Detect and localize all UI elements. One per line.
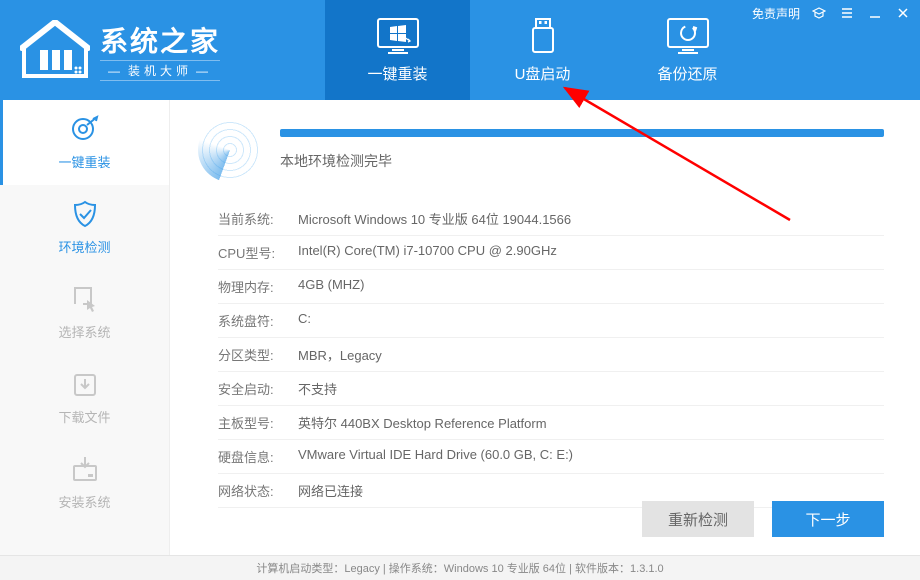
tab-reinstall[interactable]: 一键重装: [325, 0, 470, 100]
app-title: 系统之家: [100, 20, 220, 60]
radar-icon: [198, 118, 262, 182]
sidebar-item-download[interactable]: 下载文件: [0, 355, 169, 440]
sidebar: 一键重装 环境检测 选择系统 下载文件 安装系统: [0, 100, 170, 555]
info-value: 4GB (MHZ): [298, 277, 364, 296]
sidebar-item-select-system[interactable]: 选择系统: [0, 270, 169, 355]
info-value: MBR，Legacy: [298, 345, 382, 364]
tab-label: 备份还原: [657, 63, 717, 84]
menu-icon[interactable]: [838, 4, 856, 22]
download-icon: [69, 369, 101, 399]
recheck-button[interactable]: 重新检测: [642, 501, 754, 537]
close-icon[interactable]: [894, 4, 912, 22]
sidebar-label: 安装系统: [58, 492, 110, 511]
info-label: 硬盘信息:: [218, 447, 298, 466]
app-subtitle: 装机大师: [100, 60, 220, 81]
info-label: 系统盘符:: [218, 311, 298, 330]
next-button[interactable]: 下一步: [772, 501, 884, 537]
info-row: 主板型号:英特尔 440BX Desktop Reference Platfor…: [218, 406, 884, 440]
tab-label: U盘启动: [515, 63, 571, 84]
info-value: Intel(R) Core(TM) i7-10700 CPU @ 2.90GHz: [298, 243, 557, 262]
monitor-refresh-icon: [666, 17, 710, 55]
house-logo-icon: [20, 20, 90, 80]
tab-usb-boot[interactable]: U盘启动: [470, 0, 615, 100]
info-row: 安全启动:不支持: [218, 372, 884, 406]
info-row: 物理内存:4GB (MHZ): [218, 270, 884, 304]
info-value: C:: [298, 311, 311, 330]
tab-label: 一键重装: [367, 63, 427, 84]
select-icon: [69, 284, 101, 314]
info-label: 安全启动:: [218, 379, 298, 398]
scan-status: 本地环境检测完毕: [280, 151, 884, 171]
status-bar: 计算机启动类型：Legacy | 操作系统：Windows 10 专业版 64位…: [0, 555, 920, 580]
info-label: 物理内存:: [218, 277, 298, 296]
sidebar-label: 一键重装: [58, 152, 110, 171]
info-label: 分区类型:: [218, 345, 298, 364]
info-row: 分区类型:MBR，Legacy: [218, 338, 884, 372]
info-row: 硬盘信息:VMware Virtual IDE Hard Drive (60.0…: [218, 440, 884, 474]
sidebar-label: 选择系统: [58, 322, 110, 341]
info-row: 当前系统:Microsoft Windows 10 专业版 64位 19044.…: [218, 202, 884, 236]
tab-backup-restore[interactable]: 备份还原: [615, 0, 760, 100]
shield-check-icon: [69, 199, 101, 229]
info-label: 当前系统:: [218, 209, 298, 228]
info-value: 网络已连接: [298, 481, 363, 500]
info-row: 系统盘符:C:: [218, 304, 884, 338]
titlebar-controls: 免责声明: [752, 4, 912, 22]
header: 系统之家 装机大师 一键重装 U盘启动 备份还原 免责声明: [0, 0, 920, 100]
logo-area: 系统之家 装机大师: [0, 0, 325, 100]
install-icon: [69, 454, 101, 484]
sidebar-label: 环境检测: [58, 237, 110, 256]
sidebar-item-install[interactable]: 安装系统: [0, 440, 169, 525]
usb-icon: [521, 17, 565, 55]
graduation-icon[interactable]: [810, 4, 828, 22]
main-content: 本地环境检测完毕 当前系统:Microsoft Windows 10 专业版 6…: [170, 100, 920, 555]
info-label: 网络状态:: [218, 481, 298, 500]
info-list: 当前系统:Microsoft Windows 10 专业版 64位 19044.…: [198, 202, 884, 508]
info-value: Microsoft Windows 10 专业版 64位 19044.1566: [298, 209, 571, 228]
target-icon: [69, 114, 101, 144]
info-row: CPU型号:Intel(R) Core(TM) i7-10700 CPU @ 2…: [218, 236, 884, 270]
info-value: VMware Virtual IDE Hard Drive (60.0 GB, …: [298, 447, 573, 466]
info-label: 主板型号:: [218, 413, 298, 432]
info-label: CPU型号:: [218, 243, 298, 262]
minimize-icon[interactable]: [866, 4, 884, 22]
sidebar-item-env-check[interactable]: 环境检测: [0, 185, 169, 270]
disclaimer-link[interactable]: 免责声明: [752, 5, 800, 22]
sidebar-item-reinstall[interactable]: 一键重装: [0, 100, 169, 185]
progress-bar: [280, 129, 884, 137]
info-value: 英特尔 440BX Desktop Reference Platform: [298, 413, 547, 432]
info-value: 不支持: [298, 379, 337, 398]
sidebar-label: 下载文件: [58, 407, 110, 426]
monitor-windows-icon: [376, 17, 420, 55]
